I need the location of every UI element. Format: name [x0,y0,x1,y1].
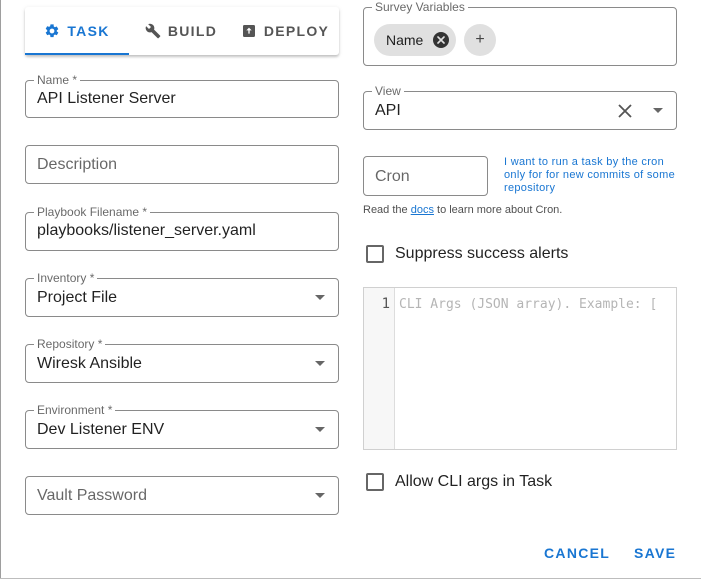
suppress-success-alerts-checkbox[interactable]: Suppress success alerts [366,245,568,263]
survey-variable-chip[interactable]: Name [374,24,456,56]
environment-value: Dev Listener ENV [37,421,165,438]
line-number-gutter: 1 [364,288,395,449]
add-variable-button[interactable]: + [464,24,496,56]
description-field[interactable]: Description [25,145,339,184]
playbook-filename-field[interactable]: Playbook Filename * playbooks/listener_s… [25,205,339,251]
description-placeholder: Description [37,156,118,173]
cron-note-prefix: Read the [363,204,411,216]
chevron-down-icon[interactable] [315,294,325,300]
tab-build-label: BUILD [167,23,218,39]
cron-field[interactable]: Cron [363,156,488,196]
upload-box-icon [242,25,255,37]
vault-password-select[interactable]: Vault Password [25,476,339,515]
cron-placeholder: Cron [375,168,410,185]
tab-task-label: TASK [67,23,110,39]
allow-cli-args-label: Allow CLI args in Task [395,473,553,490]
playbook-filename-label: Playbook Filename * [34,205,151,219]
tab-task[interactable]: TASK [25,7,129,55]
checkbox-box[interactable] [366,245,384,263]
allow-cli-args-checkbox[interactable]: Allow CLI args in Task [366,473,552,491]
tab-deploy[interactable]: DEPLOY [233,7,337,55]
environment-label: Environment * [34,403,116,417]
repository-value: Wiresk Ansible [37,355,142,372]
cron-note-suffix: to learn more about Cron. [433,204,563,216]
chevron-down-icon[interactable] [315,492,325,498]
repository-select[interactable]: Repository * Wiresk Ansible [25,337,339,383]
view-value: API [375,102,401,119]
tab-build[interactable]: BUILD [129,7,233,55]
tab-deploy-label: DEPLOY [263,23,330,39]
cli-args-placeholder: CLI Args (JSON array). Example: [ [399,297,658,312]
survey-variables-label: Survey Variables [372,0,468,14]
chevron-down-icon[interactable] [653,107,663,113]
docs-link[interactable]: docs [411,204,434,216]
plus-icon: + [475,31,485,48]
inventory-select[interactable]: Inventory * Project File [25,271,339,317]
view-select[interactable]: View API [363,84,677,130]
checkbox-box[interactable] [366,473,384,491]
cron-repository-hint-link[interactable]: I want to run a task by the cron only fo… [504,156,684,195]
close-icon[interactable] [433,32,449,48]
wrench-icon [145,23,161,39]
clear-icon[interactable] [616,102,634,120]
cli-args-editor[interactable]: 1 CLI Args (JSON array). Example: [ [363,287,677,450]
cancel-button[interactable]: CANCEL [544,545,610,561]
playbook-filename-value: playbooks/listener_server.yaml [37,222,256,239]
save-button[interactable]: SAVE [634,545,676,561]
gear-icon [46,24,59,38]
dialog-left-border [0,0,1,579]
vault-password-placeholder: Vault Password [37,487,147,504]
view-label: View [372,84,404,98]
name-label: Name * [34,73,81,87]
chevron-down-icon[interactable] [315,426,325,432]
line-number: 1 [381,296,390,312]
name-value: API Listener Server [37,90,176,107]
chip-label: Name [386,32,424,48]
suppress-success-alerts-label: Suppress success alerts [395,245,569,262]
repository-label: Repository * [34,337,106,351]
chevron-down-icon[interactable] [315,360,325,366]
tab-bar: TASK BUILD DEPLOY [25,7,339,55]
name-field[interactable]: Name * API Listener Server [25,73,339,118]
survey-variables-field: Survey Variables Name + [363,0,677,66]
environment-select[interactable]: Environment * Dev Listener ENV [25,403,339,449]
inventory-value: Project File [37,289,118,306]
inventory-label: Inventory * [34,271,98,285]
cron-docs-note: Read the docs to learn more about Cron. [363,204,562,216]
